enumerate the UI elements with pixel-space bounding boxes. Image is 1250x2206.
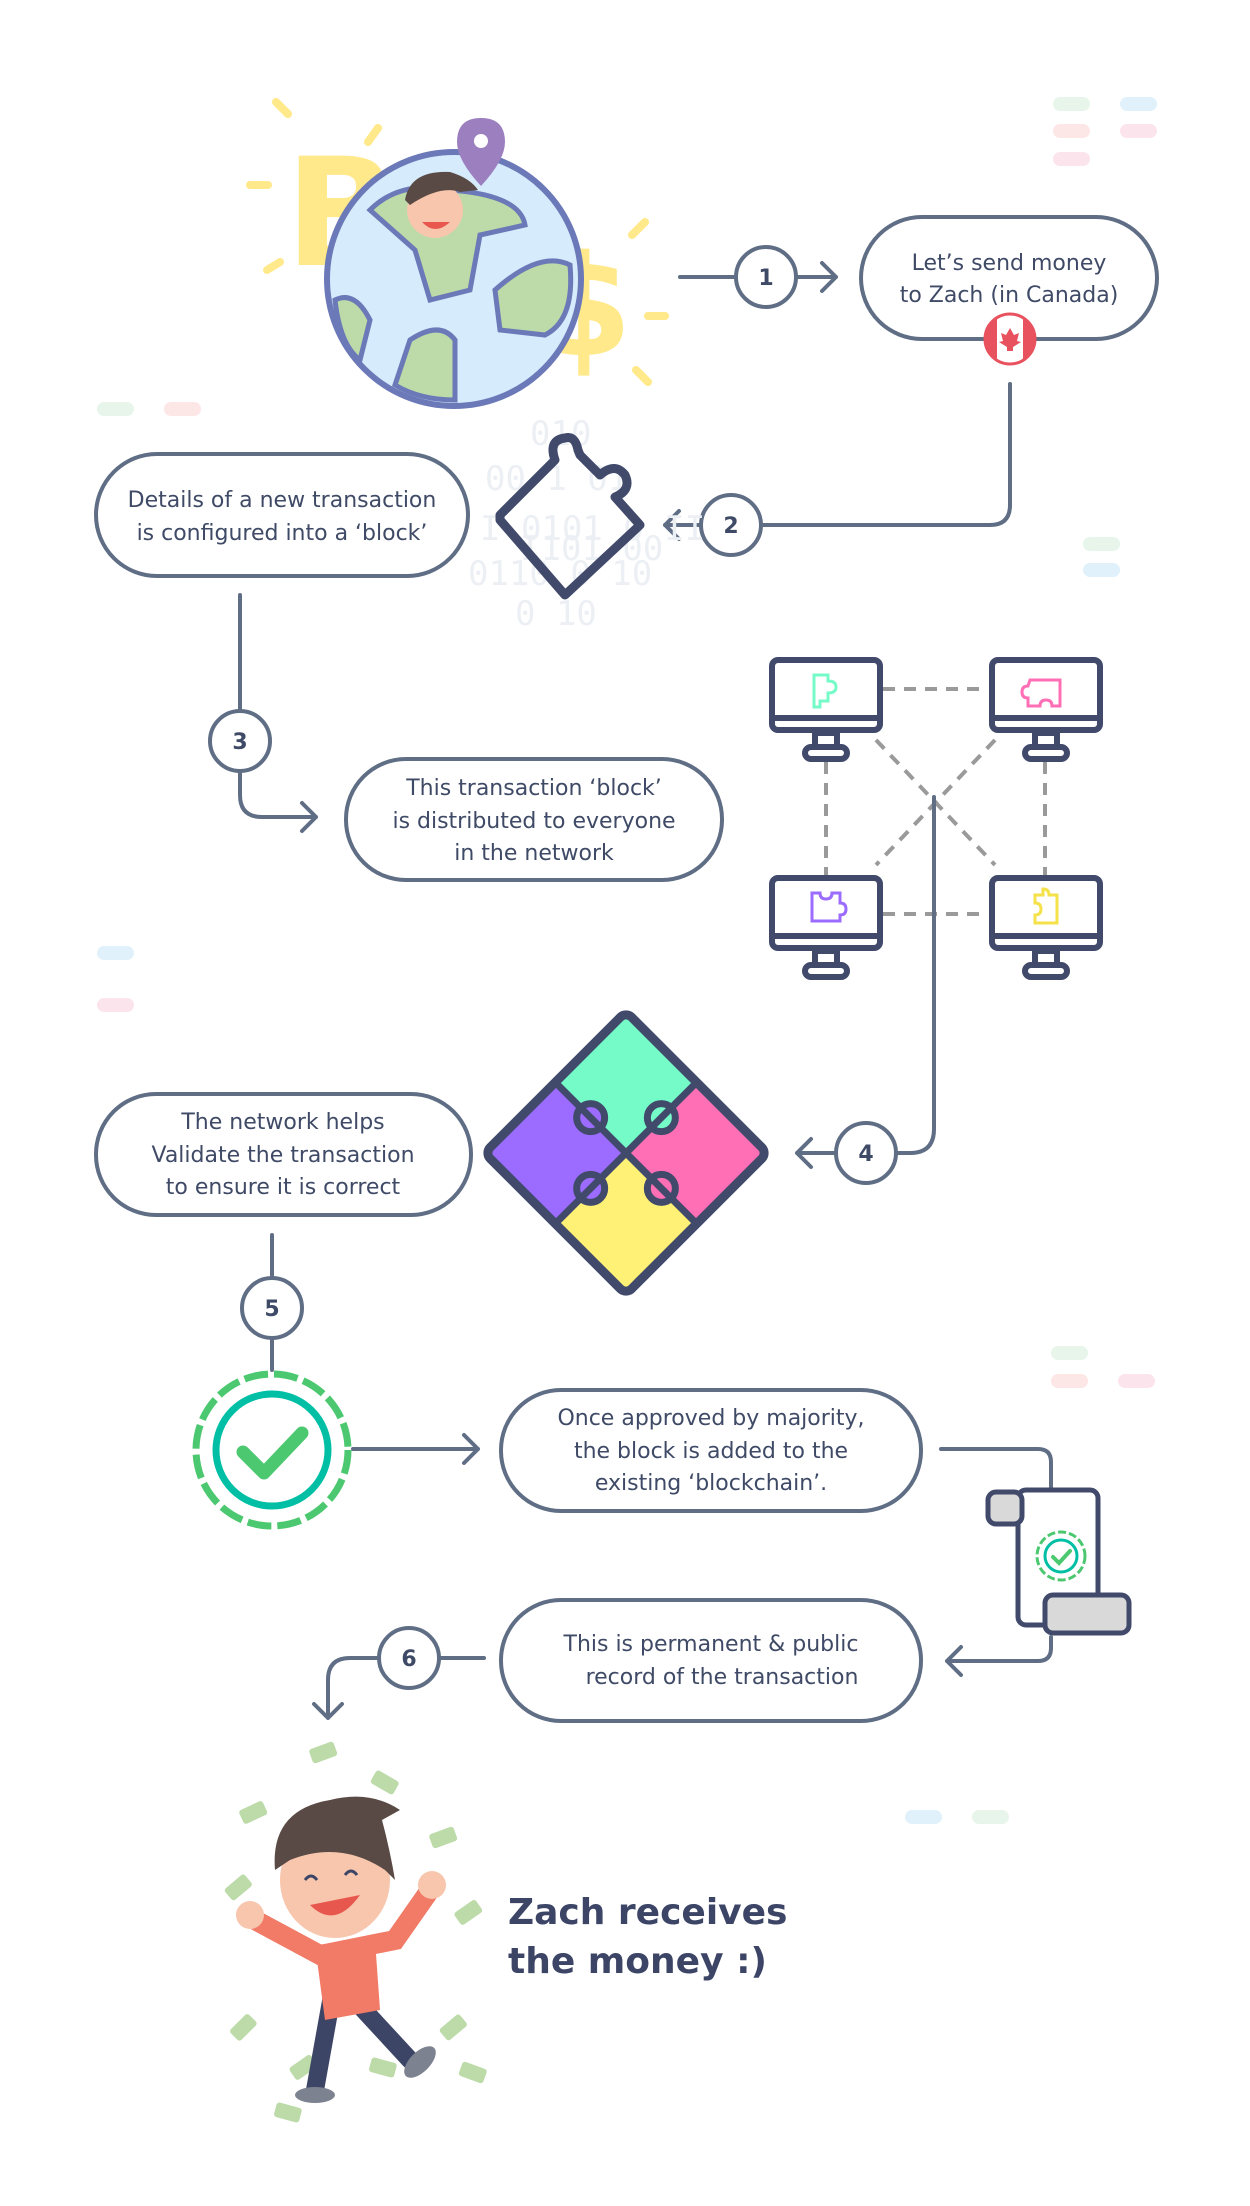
globe-with-bitcoin-dollar-icon: B $ <box>246 98 669 409</box>
final-message: Zach receives the money :) <box>508 1892 787 1982</box>
svg-text:Zach receives: Zach receives <box>508 1892 787 1933</box>
svg-text:Let’s send money: Let’s send money <box>912 251 1107 276</box>
svg-text:Details of a new transaction: Details of a new transaction <box>128 488 437 513</box>
svg-text:6: 6 <box>401 1647 416 1672</box>
blockchain-diagram: B $ 1 Let’s send money to Zach (in Canad… <box>94 97 1159 2123</box>
happy-man-with-money-icon <box>224 1741 487 2123</box>
box-approved: Once approved by majority, the block is … <box>499 1388 923 1513</box>
box-block-config: Details of a new transaction is configur… <box>94 452 470 578</box>
svg-text:0 10: 0 10 <box>515 594 597 634</box>
monitor-yellow <box>989 875 1103 980</box>
box-permanent: This is permanent & public record of the… <box>499 1598 923 1723</box>
svg-text:in the network: in the network <box>454 841 614 866</box>
certificate-scroll-icon <box>985 1487 1132 1636</box>
svg-text:3: 3 <box>232 730 247 755</box>
step-6: 6 <box>377 1626 441 1690</box>
svg-text:to ensure it is correct: to ensure it is correct <box>166 1175 401 1200</box>
step-3: 3 <box>208 709 272 773</box>
box-validate: The network helps Validate the transacti… <box>94 1092 473 1217</box>
svg-text:2: 2 <box>723 514 738 539</box>
step-2: 2 <box>699 493 763 557</box>
svg-text:is distributed to everyone: is distributed to everyone <box>392 809 675 834</box>
monitor-mint <box>769 657 883 762</box>
step-4: 4 <box>834 1121 898 1185</box>
svg-text:010: 010 <box>530 414 591 454</box>
canada-flag-icon <box>983 312 1037 366</box>
svg-text:This is permanent & public: This is permanent & public <box>563 1632 859 1657</box>
svg-text:1: 1 <box>758 266 773 291</box>
svg-text:Once approved by majority,: Once approved by majority, <box>557 1406 864 1431</box>
svg-text:Validate the transaction: Validate the transaction <box>151 1143 414 1168</box>
four-piece-puzzle-icon <box>483 1010 769 1296</box>
svg-text:to Zach (in Canada): to Zach (in Canada) <box>900 283 1119 308</box>
svg-text:The network helps: The network helps <box>180 1110 384 1135</box>
step-1: 1 <box>734 245 798 309</box>
svg-text:the block is added to the: the block is added to the <box>574 1439 848 1464</box>
svg-text:record of the transaction: record of the transaction <box>586 1665 859 1690</box>
approval-badge-check-icon <box>192 1370 352 1530</box>
svg-text:is configured into a ‘block’: is configured into a ‘block’ <box>137 521 428 546</box>
svg-text:4: 4 <box>858 1142 873 1167</box>
svg-text:00 1 01: 00 1 01 <box>485 459 628 499</box>
svg-text:existing ‘blockchain’.: existing ‘blockchain’. <box>595 1471 827 1496</box>
svg-text:This transaction ‘block’: This transaction ‘block’ <box>405 776 662 801</box>
box-distributed: This transaction ‘block’ is distributed … <box>344 757 724 882</box>
monitor-pink <box>989 657 1103 762</box>
svg-text:the money :): the money :) <box>508 1941 767 1982</box>
monitor-purple <box>769 875 883 980</box>
step-5: 5 <box>240 1276 304 1340</box>
svg-text:5: 5 <box>264 1297 279 1322</box>
